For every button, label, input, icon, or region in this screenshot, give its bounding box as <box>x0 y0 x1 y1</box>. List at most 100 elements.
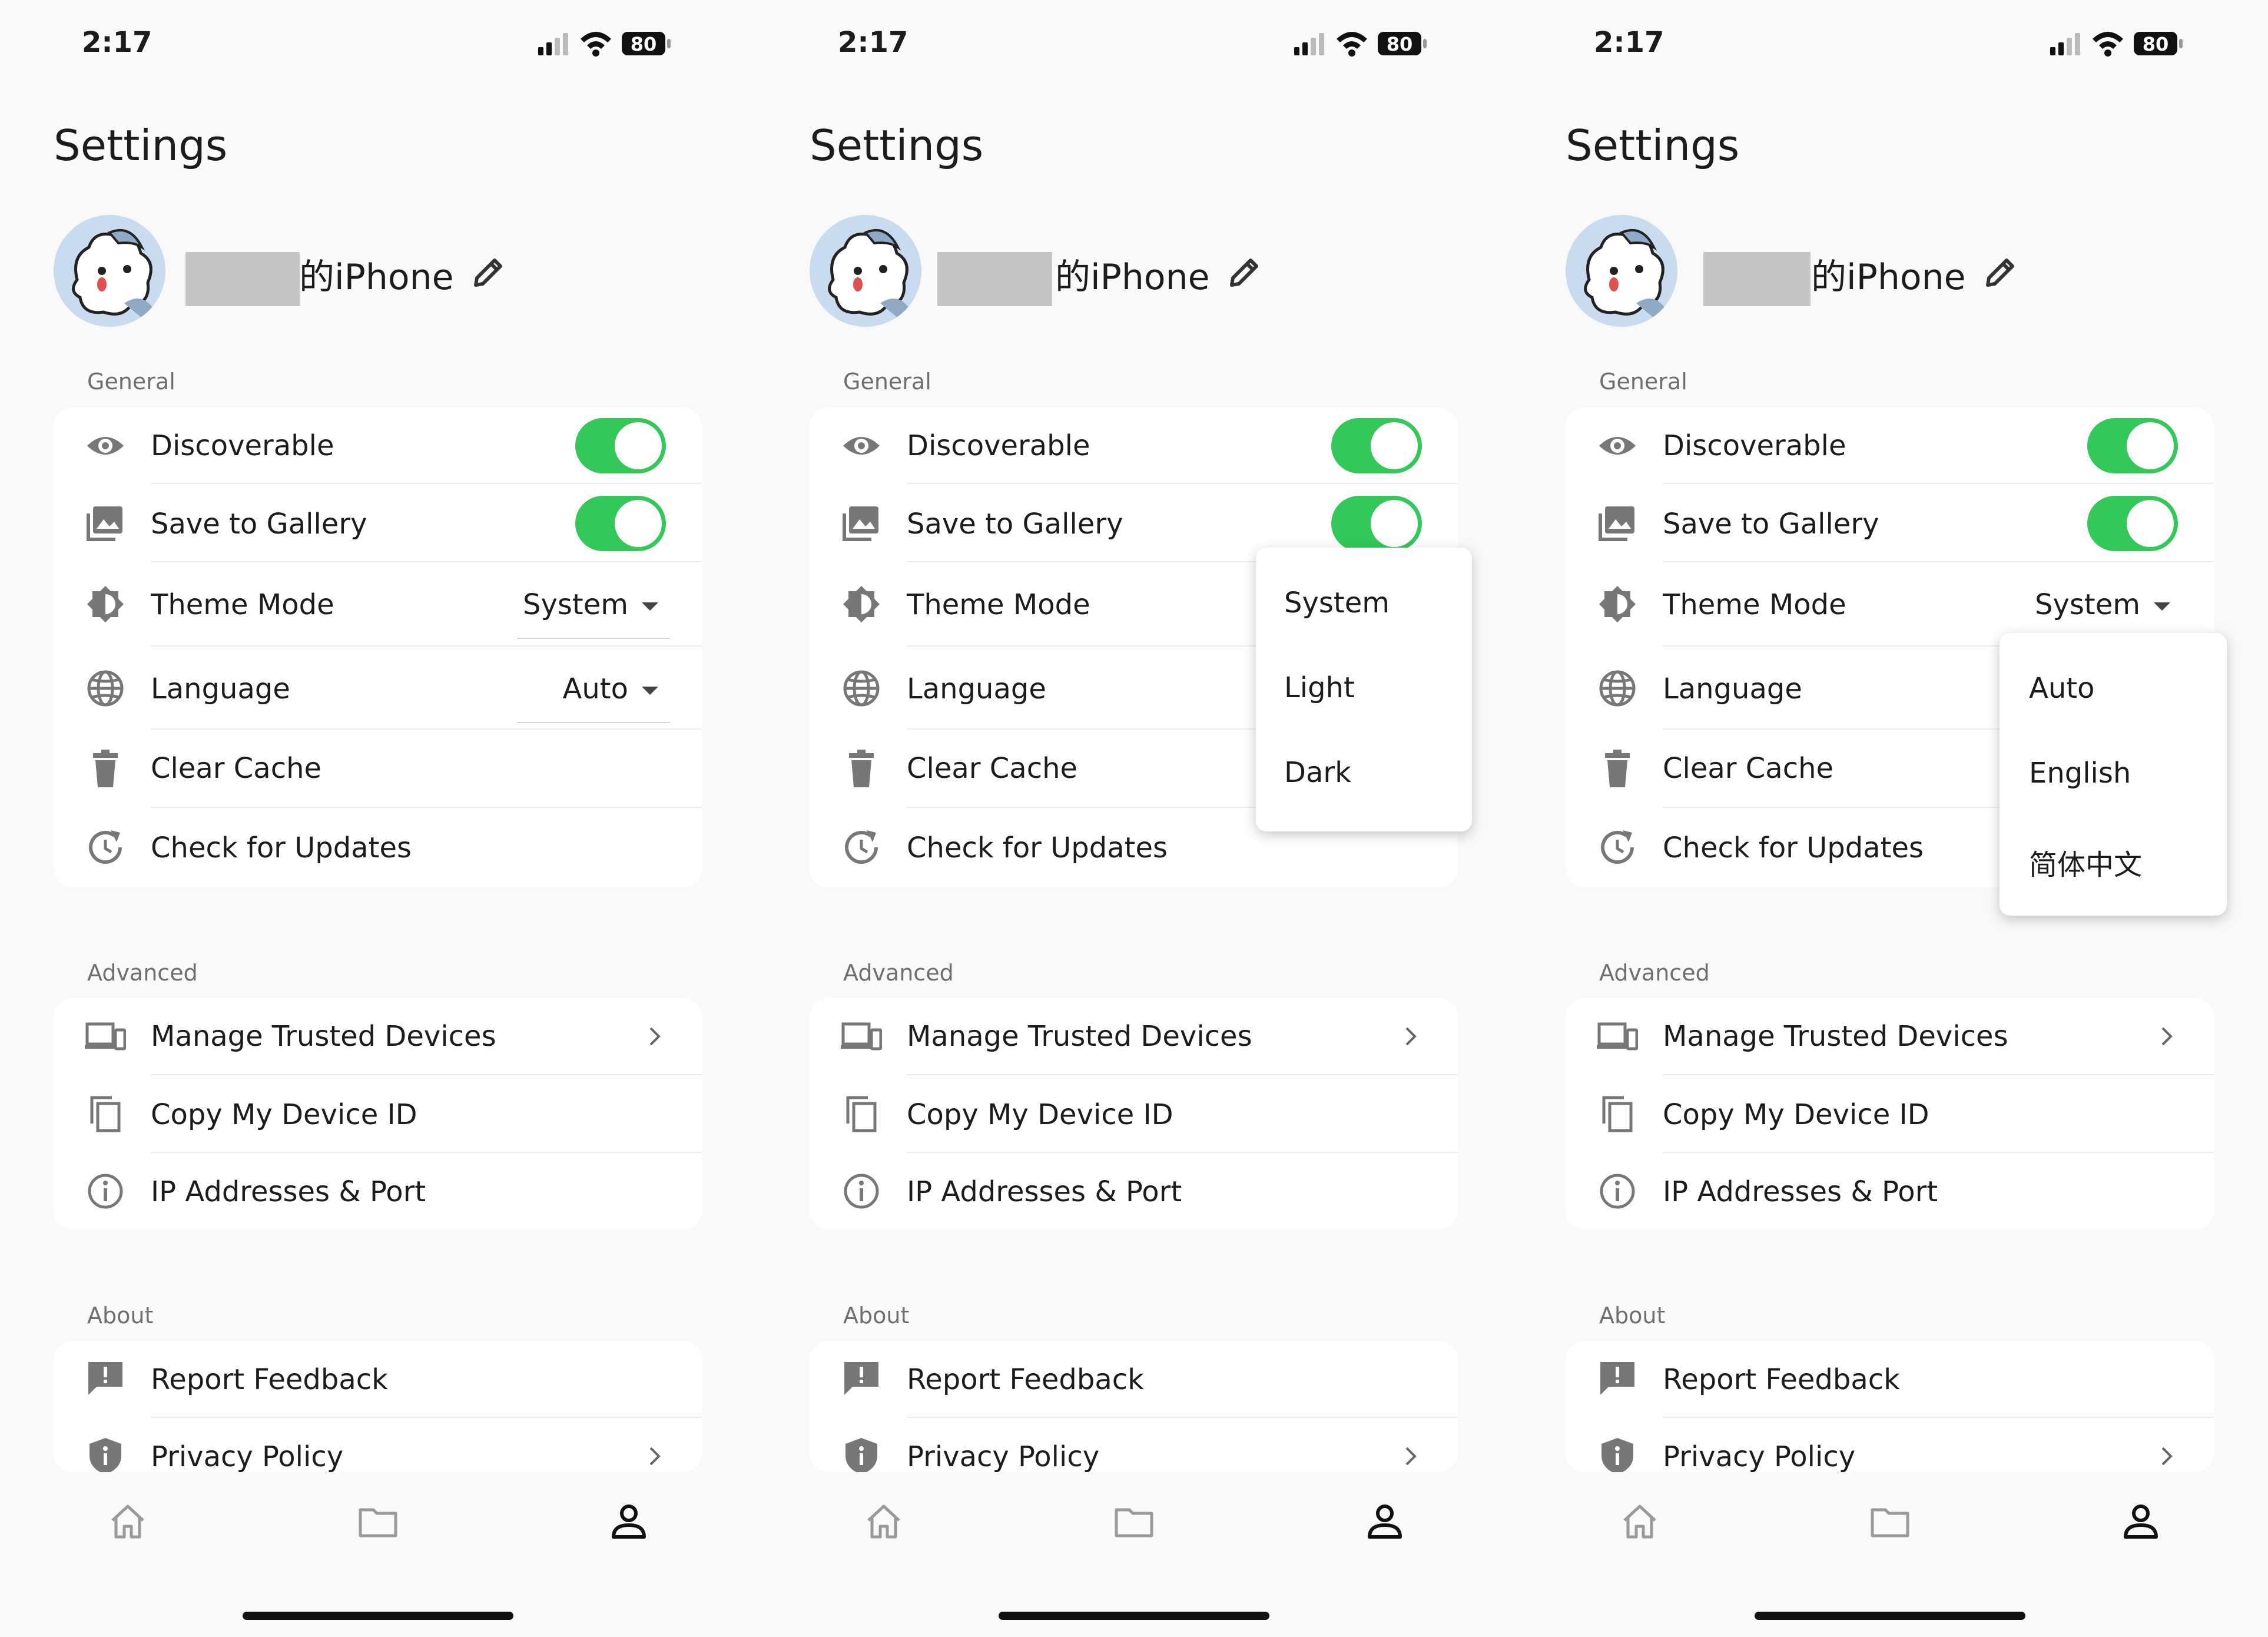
row-ip-port[interactable]: IP Addresses & Port <box>810 1153 1458 1230</box>
row-privacy-policy[interactable]: Privacy Policy <box>54 1418 702 1472</box>
folder-icon[interactable] <box>1869 1500 1911 1543</box>
language-value[interactable]: Auto <box>563 672 628 705</box>
status-time: 2:17 <box>82 26 152 59</box>
avatar[interactable] <box>810 215 921 327</box>
update-icon <box>841 827 882 868</box>
feedback-icon <box>841 1358 882 1400</box>
redacted-name <box>937 252 1052 306</box>
row-trusted-devices[interactable]: Manage Trusted Devices <box>54 998 702 1075</box>
image-icon <box>841 503 882 544</box>
row-trusted-devices[interactable]: Manage Trusted Devices <box>1566 998 2214 1075</box>
feedback-icon <box>1597 1358 1638 1400</box>
edit-icon[interactable] <box>1226 253 1264 291</box>
row-language[interactable]: Language Auto <box>54 647 702 730</box>
row-label: Clear Cache <box>1663 752 1834 785</box>
advanced-card: Manage Trusted Devices Copy My Device ID… <box>810 998 1458 1230</box>
row-label: Copy My Device ID <box>151 1098 417 1131</box>
eye-icon <box>1597 425 1638 466</box>
avatar[interactable] <box>54 215 165 327</box>
edit-icon[interactable] <box>470 253 508 291</box>
about-card: Report Feedback Privacy Policy <box>54 1341 702 1472</box>
home-icon[interactable] <box>1619 1500 1661 1543</box>
row-label: Discoverable <box>907 429 1090 462</box>
discoverable-toggle[interactable] <box>1331 418 1422 473</box>
row-label: Report Feedback <box>151 1363 388 1396</box>
language-option-english[interactable]: English <box>2029 757 2131 790</box>
row-label: Check for Updates <box>907 831 1168 864</box>
home-indicator <box>243 1612 513 1620</box>
row-label: Language <box>907 672 1046 705</box>
home-icon[interactable] <box>107 1500 149 1543</box>
row-discoverable[interactable]: Discoverable <box>54 407 702 484</box>
svg-text:80: 80 <box>631 33 657 55</box>
row-copy-device-id[interactable]: Copy My Device ID <box>54 1075 702 1153</box>
person-icon[interactable] <box>608 1500 650 1543</box>
status-icons: 80 <box>2050 27 2186 60</box>
avatar[interactable] <box>1566 215 1677 327</box>
row-check-updates[interactable]: Check for Updates <box>54 808 702 887</box>
row-label: Manage Trusted Devices <box>1663 1020 2008 1053</box>
row-privacy-policy[interactable]: Privacy Policy <box>1566 1418 2214 1472</box>
about-card: Report Feedback Privacy Policy <box>810 1341 1458 1472</box>
copy-icon <box>85 1094 126 1135</box>
folder-icon[interactable] <box>1113 1500 1155 1543</box>
status-icons: 80 <box>538 27 674 60</box>
theme-option-system[interactable]: System <box>1284 586 1390 619</box>
row-report-feedback[interactable]: Report Feedback <box>54 1341 702 1418</box>
row-discoverable[interactable]: Discoverable <box>1566 407 2214 484</box>
row-report-feedback[interactable]: Report Feedback <box>810 1341 1458 1418</box>
discoverable-toggle[interactable] <box>575 418 666 473</box>
chevron-down-icon <box>2154 602 2170 611</box>
chevron-right-icon <box>642 1444 666 1468</box>
save-to-gallery-toggle[interactable] <box>1331 496 1422 551</box>
row-label: Language <box>1663 672 1802 705</box>
row-save-to-gallery[interactable]: Save to Gallery <box>54 484 702 562</box>
device-name: 的iPhone <box>1055 257 1210 298</box>
edit-icon[interactable] <box>1982 253 2020 291</box>
info-icon <box>1597 1171 1638 1212</box>
row-clear-cache[interactable]: Clear Cache <box>54 730 702 808</box>
row-copy-device-id[interactable]: Copy My Device ID <box>1566 1075 2214 1153</box>
row-privacy-policy[interactable]: Privacy Policy <box>810 1418 1458 1472</box>
row-ip-port[interactable]: IP Addresses & Port <box>54 1153 702 1230</box>
language-option-chinese[interactable]: 简体中文 <box>2029 841 2142 883</box>
theme-option-light[interactable]: Light <box>1284 671 1355 704</box>
status-icons: 80 <box>1294 27 1430 60</box>
theme-mode-value[interactable]: System <box>523 588 628 621</box>
row-discoverable[interactable]: Discoverable <box>810 407 1458 484</box>
chevron-right-icon <box>1398 1025 1422 1048</box>
save-to-gallery-toggle[interactable] <box>2087 496 2178 551</box>
person-icon[interactable] <box>1364 1500 1406 1543</box>
theme-mode-value[interactable]: System <box>2035 588 2140 621</box>
theme-option-dark[interactable]: Dark <box>1284 756 1351 789</box>
row-copy-device-id[interactable]: Copy My Device ID <box>810 1075 1458 1153</box>
row-label: Report Feedback <box>1663 1363 1900 1396</box>
row-label: Check for Updates <box>151 831 412 864</box>
discoverable-toggle[interactable] <box>2087 418 2178 473</box>
home-indicator <box>1755 1612 2025 1620</box>
save-to-gallery-toggle[interactable] <box>575 496 666 551</box>
person-icon[interactable] <box>2120 1500 2162 1543</box>
svg-text:80: 80 <box>1387 33 1413 55</box>
row-save-to-gallery[interactable]: Save to Gallery <box>1566 484 2214 562</box>
row-label: Privacy Policy <box>151 1440 344 1472</box>
chevron-right-icon <box>2154 1025 2178 1048</box>
row-label: IP Addresses & Port <box>1663 1175 1938 1208</box>
wifi-icon <box>2093 32 2123 57</box>
row-ip-port[interactable]: IP Addresses & Port <box>1566 1153 2214 1230</box>
eye-icon <box>85 425 126 466</box>
folder-icon[interactable] <box>357 1500 399 1543</box>
chevron-right-icon <box>1398 1444 1422 1468</box>
theme-icon <box>85 584 126 625</box>
row-trusted-devices[interactable]: Manage Trusted Devices <box>810 998 1458 1075</box>
row-label: Privacy Policy <box>907 1440 1100 1472</box>
update-icon <box>85 827 126 868</box>
info-icon <box>841 1171 882 1212</box>
row-label: Theme Mode <box>1663 588 1846 621</box>
row-report-feedback[interactable]: Report Feedback <box>1566 1341 2214 1418</box>
row-theme-mode[interactable]: Theme Mode System <box>54 562 702 647</box>
language-option-auto[interactable]: Auto <box>2029 672 2094 705</box>
home-icon[interactable] <box>863 1500 905 1543</box>
devices-icon <box>1597 1016 1638 1057</box>
devices-icon <box>85 1016 126 1057</box>
